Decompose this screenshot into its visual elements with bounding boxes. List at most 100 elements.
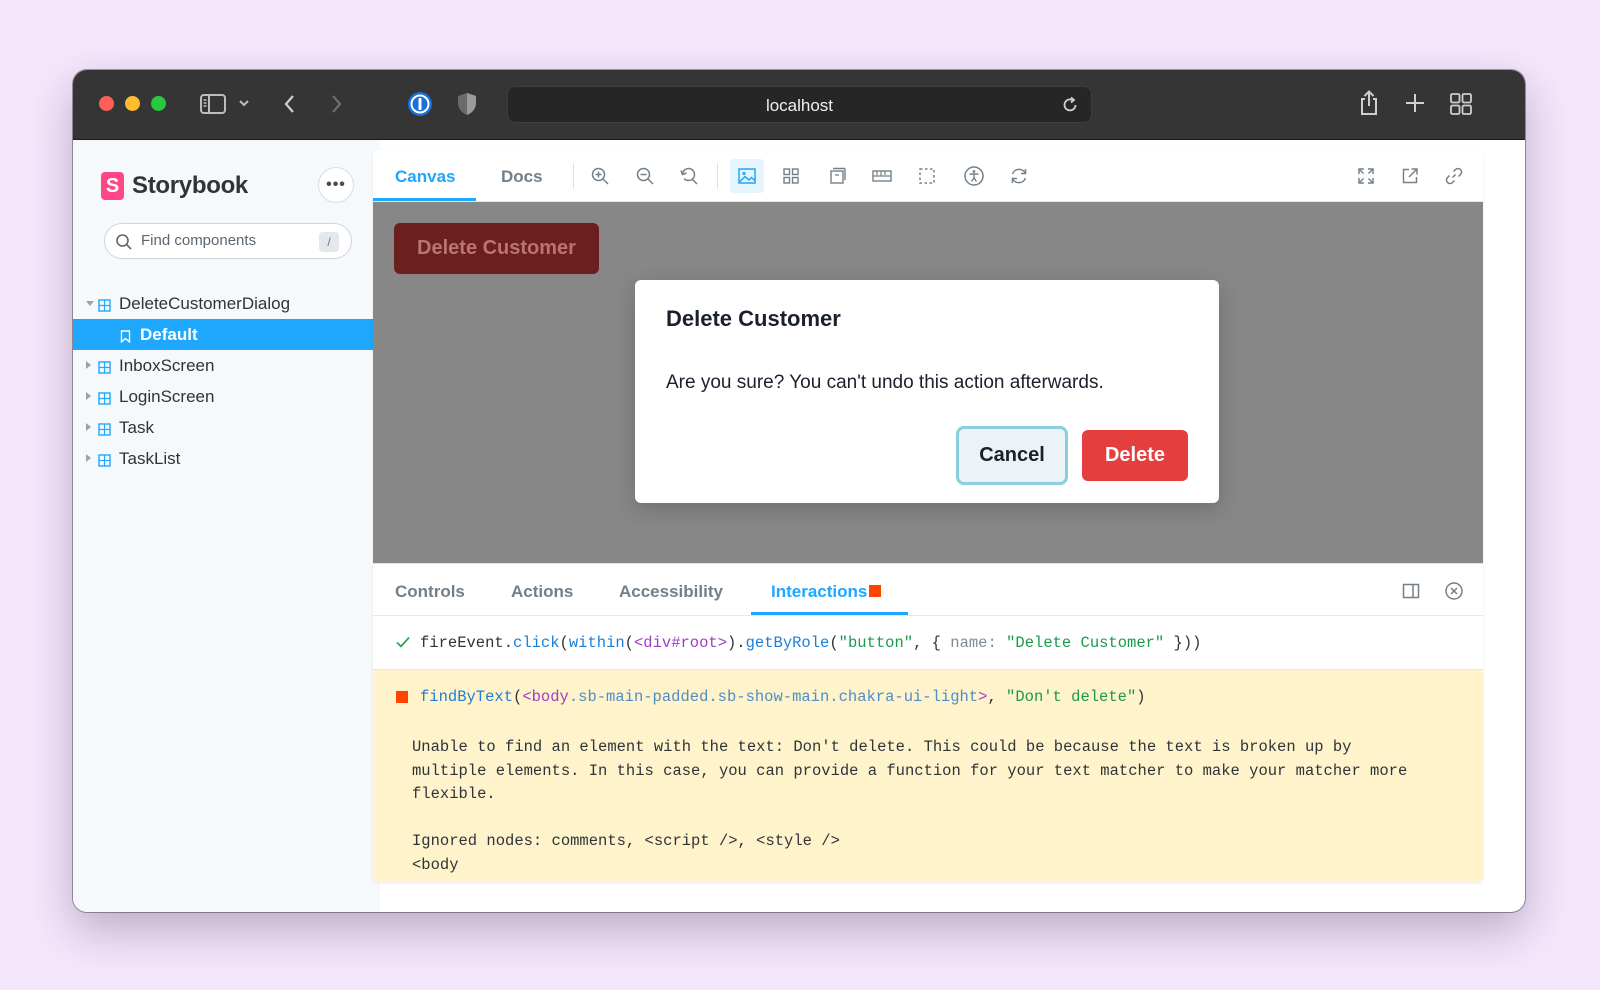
- tab-docs[interactable]: Docs: [501, 167, 543, 187]
- component-icon: [98, 359, 111, 379]
- share-icon[interactable]: [1357, 89, 1381, 117]
- minimize-window-button[interactable]: [125, 96, 140, 111]
- remount-icon[interactable]: [1007, 164, 1031, 188]
- storybook-logo[interactable]: S Storybook: [101, 172, 248, 200]
- browser-window: localhost S Storybook ••• /: [73, 70, 1525, 912]
- zoom-reset-icon[interactable]: [677, 164, 701, 188]
- panel-orientation-icon[interactable]: [1401, 581, 1421, 606]
- code-object: fireEvent: [420, 634, 504, 652]
- code-within: within: [568, 634, 625, 652]
- tree-item-deletecustomerdialog[interactable]: DeleteCustomerDialog: [73, 288, 380, 319]
- storybook-sidebar: S Storybook ••• / DeleteCustomerDialog: [73, 140, 380, 912]
- address-bar[interactable]: localhost: [507, 86, 1092, 123]
- component-icon: [98, 297, 111, 317]
- close-panel-icon[interactable]: [1444, 581, 1464, 606]
- code-query: getByRole: [745, 634, 830, 652]
- error-badge: [869, 585, 882, 597]
- tab-canvas[interactable]: Canvas: [395, 167, 455, 187]
- tab-overview-icon[interactable]: [1449, 92, 1473, 116]
- tree-item-label: LoginScreen: [119, 387, 215, 406]
- tree-item-label: TaskList: [119, 449, 181, 468]
- close-window-button[interactable]: [99, 96, 114, 111]
- tree-item-loginscreen[interactable]: LoginScreen: [73, 381, 380, 412]
- component-search[interactable]: /: [104, 223, 352, 259]
- active-tab-indicator: [373, 198, 476, 201]
- error-message: Unable to find an element with the text:…: [412, 738, 1408, 874]
- dialog-body: Are you sure? You can't undo this action…: [666, 372, 1104, 393]
- component-icon: [98, 390, 111, 410]
- viewport-icon[interactable]: [825, 164, 849, 188]
- canvas-toolbar: Canvas Docs: [373, 150, 1483, 202]
- fullscreen-icon[interactable]: [1354, 164, 1378, 188]
- code-method: click: [513, 634, 560, 652]
- forward-icon[interactable]: [327, 92, 345, 116]
- code-string: "Don't delete": [1006, 688, 1137, 706]
- tree-item-default-story[interactable]: Default: [73, 319, 380, 350]
- background-image-icon[interactable]: [730, 159, 764, 193]
- collapse-arrow-icon: [86, 392, 91, 400]
- storybook-main: Canvas Docs Delete Customer Delete Custo…: [373, 150, 1483, 882]
- tree-item-tasklist[interactable]: TaskList: [73, 443, 380, 474]
- tree-item-task[interactable]: Task: [73, 412, 380, 443]
- delete-customer-dialog: Delete Customer Are you sure? You can't …: [635, 280, 1219, 503]
- tree-item-label: DeleteCustomerDialog: [119, 294, 291, 313]
- component-icon: [98, 421, 111, 441]
- sidebar-menu-button[interactable]: •••: [318, 167, 354, 203]
- search-shortcut-badge: /: [319, 232, 339, 252]
- collapse-arrow-icon: [86, 423, 91, 431]
- interaction-step-failed[interactable]: findByText(<body.sb-main-padded.sb-show-…: [373, 670, 1483, 882]
- sidebar-toggle-icon[interactable]: [199, 92, 227, 116]
- tab-interactions-label: Interactions: [771, 582, 868, 601]
- zoom-in-icon[interactable]: [588, 164, 612, 188]
- step-code: fireEvent.click(within(<div#root>).getBy…: [420, 634, 1202, 652]
- reload-icon[interactable]: [1061, 96, 1079, 119]
- addons-panel: Controls Actions Accessibility Interacti…: [373, 563, 1483, 882]
- search-input[interactable]: [141, 232, 311, 249]
- bookmark-icon: [120, 328, 131, 348]
- new-tab-icon[interactable]: [1404, 92, 1426, 114]
- delete-customer-button[interactable]: Delete Customer: [394, 223, 599, 274]
- browser-titlebar: localhost: [73, 70, 1525, 140]
- tab-interactions[interactable]: Interactions: [771, 582, 882, 602]
- code-key: name:: [950, 634, 997, 652]
- toolbar-divider: [573, 163, 574, 189]
- delete-button[interactable]: Delete: [1082, 430, 1188, 481]
- ruler-icon[interactable]: [870, 164, 894, 188]
- code-element: <div#root>: [633, 634, 727, 652]
- outline-icon[interactable]: [915, 164, 939, 188]
- accessibility-icon[interactable]: [962, 164, 986, 188]
- storybook-logo-icon: S: [101, 172, 124, 200]
- tab-controls[interactable]: Controls: [395, 582, 465, 602]
- code-method: findByText: [420, 688, 514, 706]
- maximize-window-button[interactable]: [151, 96, 166, 111]
- password-manager-icon[interactable]: [406, 90, 434, 118]
- back-icon[interactable]: [281, 92, 299, 116]
- expand-arrow-icon: [86, 301, 94, 306]
- code-string: "Delete Customer": [1006, 634, 1165, 652]
- tree-item-label: Task: [119, 418, 154, 437]
- component-tree: DeleteCustomerDialog Default InboxScreen: [73, 288, 380, 474]
- shield-icon[interactable]: [456, 91, 478, 117]
- tab-actions[interactable]: Actions: [511, 582, 573, 602]
- toolbar-divider: [717, 163, 718, 189]
- grid-icon[interactable]: [779, 164, 803, 188]
- code-element-end: >: [978, 688, 988, 706]
- code-string: "button": [838, 634, 914, 652]
- dialog-title: Delete Customer: [666, 306, 841, 331]
- component-icon: [98, 452, 111, 472]
- tree-item-inboxscreen[interactable]: InboxScreen: [73, 350, 380, 381]
- search-icon: [115, 233, 133, 256]
- tab-accessibility[interactable]: Accessibility: [619, 582, 723, 602]
- interaction-step-passed[interactable]: fireEvent.click(within(<div#root>).getBy…: [373, 616, 1483, 670]
- code-selector: .sb-main-padded.sb-show-main.chakra-ui-l…: [568, 688, 979, 706]
- collapse-arrow-icon: [86, 454, 91, 462]
- chevron-down-icon[interactable]: [238, 98, 250, 108]
- error-square-icon: [396, 691, 408, 703]
- open-new-tab-icon[interactable]: [1398, 164, 1422, 188]
- tree-item-label: Default: [140, 325, 198, 344]
- url-text: localhost: [765, 96, 834, 115]
- zoom-out-icon[interactable]: [633, 164, 657, 188]
- cancel-button[interactable]: Cancel: [956, 426, 1068, 485]
- copy-link-icon[interactable]: [1442, 164, 1466, 188]
- step-code: findByText(<body.sb-main-padded.sb-show-…: [420, 688, 1146, 706]
